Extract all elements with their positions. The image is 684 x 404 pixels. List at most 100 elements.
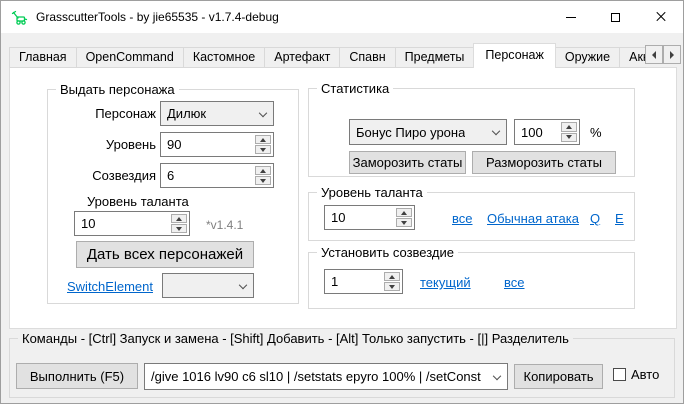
maximize-icon <box>611 13 620 22</box>
talent-level-group: Уровень таланта 10 все Обычная атака Q E <box>308 192 635 241</box>
level-input[interactable]: 90 <box>160 132 274 157</box>
stat-select-value: Бонус Пиро урона <box>356 125 465 140</box>
caption-buttons <box>548 1 683 33</box>
talent-value: 10 <box>81 216 95 231</box>
tab-glavnaya[interactable]: Главная <box>9 47 77 68</box>
level-label: Уровень <box>58 137 156 153</box>
spin-up-button[interactable] <box>255 166 271 175</box>
talent-level-input[interactable]: 10 <box>324 205 415 230</box>
down-arrow-icon <box>176 227 182 231</box>
set-constellation-group-title: Установить созвездие <box>317 245 458 260</box>
maximize-button[interactable] <box>593 1 638 33</box>
down-arrow-icon <box>260 148 266 152</box>
spin-up-button[interactable] <box>255 135 271 144</box>
unfreeze-stats-button[interactable]: Разморозить статы <box>472 151 616 174</box>
character-select[interactable]: Дилюк <box>160 101 274 126</box>
stats-group: Статистика Бонус Пиро урона 100 % Заморо… <box>308 88 635 177</box>
tab-predmety[interactable]: Предметы <box>395 47 475 68</box>
tab-opencommand[interactable]: OpenCommand <box>76 47 184 68</box>
spin-down-button[interactable] <box>561 133 577 143</box>
auto-checkbox[interactable] <box>613 368 626 381</box>
up-arrow-icon <box>176 217 182 221</box>
down-arrow-icon <box>401 221 407 225</box>
app-icon <box>11 9 28 26</box>
down-arrow-icon <box>566 135 572 139</box>
spin-up-button[interactable] <box>384 272 400 281</box>
talent-level-spinner <box>396 208 412 227</box>
run-command-button[interactable]: Выполнить (F5) <box>16 363 138 389</box>
switch-element-link[interactable]: SwitchElement <box>67 279 153 294</box>
stat-select[interactable]: Бонус Пиро урона <box>349 119 507 145</box>
copy-command-button[interactable]: Копировать <box>514 364 603 389</box>
give-all-characters-button[interactable]: Дать всех персонажей <box>76 241 254 268</box>
constellation-spinner <box>255 166 271 185</box>
tab-oruzhie[interactable]: Оружие <box>555 47 620 68</box>
tab-akkaunt[interactable]: Аккаун <box>619 47 646 68</box>
stat-percent-value: 100 <box>521 125 543 140</box>
chevron-down-icon <box>492 127 500 135</box>
talent-q-link[interactable]: Q <box>590 211 600 226</box>
talent-e-link[interactable]: E <box>615 211 624 226</box>
close-icon <box>655 11 667 23</box>
constellation-input[interactable]: 6 <box>160 163 274 188</box>
tab-artefakt[interactable]: Артефакт <box>264 47 340 68</box>
minimize-icon <box>566 17 576 18</box>
command-input[interactable]: /give 1016 lv90 c6 sl10 | /setstats epyr… <box>144 363 508 390</box>
spin-up-button[interactable] <box>171 214 187 223</box>
up-arrow-icon <box>401 211 407 215</box>
down-arrow-icon <box>260 179 266 183</box>
spin-down-button[interactable] <box>171 224 187 233</box>
set-constellation-spinner <box>384 272 400 291</box>
give-character-group: Выдать персонажа Персонаж Дилюк Уровень … <box>47 89 299 304</box>
set-constellation-group: Установить созвездие 1 текущий все <box>308 252 635 309</box>
talent-spinner <box>171 214 187 233</box>
character-select-value: Дилюк <box>167 106 206 121</box>
freeze-stats-button[interactable]: Заморозить статы <box>349 151 466 174</box>
stat-percent-input[interactable]: 100 <box>514 119 580 145</box>
up-arrow-icon <box>389 275 395 279</box>
spin-down-button[interactable] <box>255 145 271 154</box>
talent-level-group-title: Уровень таланта <box>317 185 427 200</box>
arrow-right-icon <box>670 51 674 59</box>
tab-spavn[interactable]: Спавн <box>339 47 395 68</box>
tab-personazh[interactable]: Персонаж <box>473 43 555 68</box>
spin-down-button[interactable] <box>384 282 400 291</box>
constellation-value: 6 <box>167 168 174 183</box>
tab-scroll-right-button[interactable] <box>663 45 681 64</box>
switch-element-select[interactable] <box>162 273 254 298</box>
auto-checkbox-label: Авто <box>631 367 659 383</box>
spin-down-button[interactable] <box>255 176 271 185</box>
talent-normal-attack-link[interactable]: Обычная атака <box>487 211 579 226</box>
minimize-button[interactable] <box>548 1 593 33</box>
give-character-group-title: Выдать персонажа <box>56 82 179 97</box>
app-window: GrasscutterTools - by jie65535 - v1.7.4-… <box>0 0 684 404</box>
commands-group: Команды - [Ctrl] Запуск и замена - [Shif… <box>9 338 675 398</box>
constellation-all-link[interactable]: все <box>504 275 525 290</box>
tab-strip: Главная OpenCommand Кастомное Артефакт С… <box>9 43 646 68</box>
titlebar: GrasscutterTools - by jie65535 - v1.7.4-… <box>1 1 683 33</box>
stats-group-title: Статистика <box>317 81 393 96</box>
up-arrow-icon <box>260 169 266 173</box>
close-button[interactable] <box>638 1 683 33</box>
up-arrow-icon <box>566 125 572 129</box>
constellation-current-link[interactable]: текущий <box>420 275 471 290</box>
chevron-down-icon <box>259 108 267 116</box>
set-constellation-value: 1 <box>331 274 338 289</box>
talent-label: Уровень таланта <box>87 194 189 210</box>
talent-input[interactable]: 10 <box>74 211 190 236</box>
chevron-down-icon <box>239 280 247 288</box>
chevron-down-icon <box>493 371 501 379</box>
tab-kastomnoe[interactable]: Кастомное <box>183 47 265 68</box>
level-value: 90 <box>167 137 181 152</box>
arrow-left-icon <box>652 51 656 59</box>
spin-down-button[interactable] <box>396 218 412 227</box>
set-constellation-input[interactable]: 1 <box>324 269 403 294</box>
up-arrow-icon <box>260 138 266 142</box>
window-title: GrasscutterTools - by jie65535 - v1.7.4-… <box>36 10 279 24</box>
spin-up-button[interactable] <box>561 122 577 132</box>
tab-scroll-left-button[interactable] <box>645 45 663 64</box>
talent-all-link[interactable]: все <box>452 211 473 226</box>
spin-up-button[interactable] <box>396 208 412 217</box>
constellation-label: Созвездия <box>58 168 156 184</box>
stat-percent-spinner <box>561 122 577 142</box>
